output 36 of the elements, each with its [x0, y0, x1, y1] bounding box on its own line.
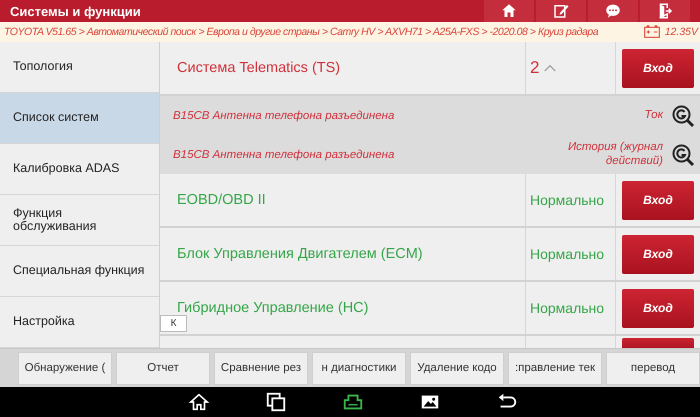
system-status: Нормально — [530, 192, 604, 208]
edit-button[interactable] — [536, 0, 586, 22]
enter-button[interactable]: Вход — [622, 288, 694, 328]
system-name[interactable]: Система Telematics (TS) — [177, 60, 340, 76]
exit-button[interactable] — [640, 0, 690, 22]
home-icon[interactable] — [188, 391, 210, 413]
system-status: Нормально — [530, 246, 604, 262]
collapse-button[interactable]: К — [160, 315, 187, 332]
toolbar-button[interactable]: перевод — [606, 352, 700, 384]
enter-button[interactable]: Вход — [622, 180, 694, 220]
voltage-reading: 12.35V — [664, 26, 700, 38]
system-status: Нормально — [530, 300, 604, 316]
chat-button[interactable] — [588, 0, 638, 22]
toolbar-button[interactable]: :правление тек — [508, 352, 602, 384]
toolbar-button[interactable]: Удаление кодо — [410, 352, 504, 384]
fault-status: История (журнал действий) — [566, 140, 663, 168]
enter-button[interactable]: Вход — [622, 48, 694, 88]
fault-status: Ток — [644, 108, 663, 122]
home-icon — [500, 2, 518, 20]
edit-icon — [552, 2, 570, 20]
windows-icon[interactable] — [265, 391, 287, 413]
fault-description: B15CB Антенна телефона разъединена — [173, 110, 396, 122]
window-title: Системы и функции — [9, 4, 141, 18]
fault-count: 2 — [530, 58, 540, 78]
enter-button[interactable]: Вход — [622, 234, 694, 274]
toolbar-button[interactable]: н диагностики — [312, 352, 406, 384]
search-icon[interactable] — [671, 142, 695, 166]
fault-description: B15CB Антенна телефона разъединена — [173, 148, 396, 160]
sidebar-item[interactable]: Список систем — [0, 93, 159, 144]
search-icon[interactable] — [671, 104, 695, 128]
toolbar-button[interactable]: Обнаружение ( — [18, 352, 112, 384]
home-button[interactable] — [484, 0, 534, 22]
breadcrumb: TOYOTA V51.65 > Автоматический поиск > Европа и другие страны > Camry HV > AXVH71 > A25A-FXS > -2020.08 > Круиз радара — [3, 26, 598, 38]
chat-icon — [604, 2, 622, 20]
toolbar-button[interactable]: Сравнение рез — [214, 352, 308, 384]
toolbar-button[interactable]: Отчет — [116, 352, 210, 384]
